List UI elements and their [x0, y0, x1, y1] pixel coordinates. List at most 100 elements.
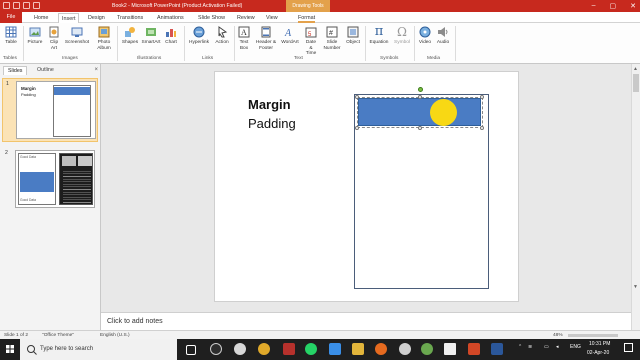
windows-taskbar: Type here to search ⌃ ≋ ▭ ◂ ENG 10:31 PM…: [0, 339, 640, 360]
resize-handle[interactable]: [355, 95, 359, 99]
chrome-icon[interactable]: [234, 343, 246, 355]
group-separator: [234, 26, 235, 61]
object-button[interactable]: Object: [344, 26, 362, 46]
group-links-label: Links: [202, 56, 214, 61]
shapes-button[interactable]: Shapes: [120, 26, 140, 46]
clip-art-icon: [48, 26, 60, 38]
tab-outline[interactable]: Outline: [33, 66, 58, 75]
app-icon[interactable]: [421, 343, 433, 355]
slide-number-label: 2: [5, 150, 8, 156]
minimize-button[interactable]: –: [592, 2, 596, 10]
slide-canvas[interactable]: Margin Padding: [214, 71, 519, 302]
resize-handle[interactable]: [418, 95, 422, 99]
tab-insert[interactable]: Insert: [58, 13, 80, 23]
resize-handle[interactable]: [480, 95, 484, 99]
svg-text:A: A: [284, 28, 292, 38]
group-separator: [365, 26, 366, 61]
group-text-label: Text: [294, 56, 303, 61]
powerpoint-icon[interactable]: [468, 343, 480, 355]
speaker-icon: [437, 26, 449, 38]
tab-slideshow[interactable]: Slide Show: [198, 13, 225, 23]
wifi-icon[interactable]: ≋: [528, 344, 532, 350]
table-button[interactable]: Table: [3, 26, 19, 46]
clock-date[interactable]: 02-Apr-20: [587, 350, 609, 356]
date-time-button[interactable]: 5 Date & Time: [302, 26, 320, 57]
slide-number-label: 1: [6, 81, 9, 87]
scroll-down-arrow[interactable]: ▼: [633, 284, 638, 290]
tab-file[interactable]: File: [0, 12, 22, 23]
slide-number-icon: #: [326, 26, 338, 38]
panel-close-icon[interactable]: ×: [94, 67, 98, 73]
rotate-handle[interactable]: [418, 87, 423, 92]
app-logo-icon[interactable]: [3, 2, 10, 9]
text-box-button[interactable]: A Text Box: [236, 26, 252, 51]
video-button[interactable]: Video: [417, 26, 433, 46]
notes-pane[interactable]: Click to add notes: [101, 312, 631, 330]
search-placeholder: Type here to search: [40, 346, 94, 352]
zoom-slider[interactable]: [568, 334, 618, 337]
chrome-dev-icon[interactable]: [210, 343, 222, 355]
resize-handle[interactable]: [480, 126, 484, 130]
group-separator: [117, 26, 118, 61]
notification-icon[interactable]: [624, 343, 633, 352]
clock-time[interactable]: 10:31 PM: [589, 341, 610, 347]
tab-animations[interactable]: Animations: [157, 13, 184, 23]
audio-button[interactable]: Audio: [435, 26, 451, 46]
mail-icon[interactable]: [329, 343, 341, 355]
tab-transitions[interactable]: Transitions: [117, 13, 143, 23]
shapes-icon: [124, 26, 136, 38]
chrome-canary-icon[interactable]: [258, 343, 270, 355]
redo-icon[interactable]: [33, 2, 40, 9]
hyperlink-button[interactable]: Hyperlink: [187, 26, 211, 46]
tab-home[interactable]: Home: [34, 13, 48, 23]
resize-handle[interactable]: [418, 126, 422, 130]
zoom-level[interactable]: 48%: [553, 333, 563, 338]
screenshot-button[interactable]: Screenshot: [64, 26, 90, 46]
slide-heading[interactable]: Margin: [248, 97, 291, 112]
file-explorer-icon[interactable]: [352, 343, 364, 355]
volume-icon[interactable]: ◂: [556, 344, 559, 350]
task-view-icon[interactable]: [186, 345, 196, 355]
filezilla-icon[interactable]: [283, 343, 295, 355]
chart-button[interactable]: Chart: [163, 26, 179, 46]
maximize-button[interactable]: ▢: [610, 2, 617, 10]
start-button[interactable]: [0, 339, 20, 360]
tab-review[interactable]: Review: [237, 13, 255, 23]
tab-slides[interactable]: Slides: [3, 66, 28, 75]
undo-icon[interactable]: [23, 2, 30, 9]
wordart-button[interactable]: A WordArt: [279, 26, 301, 46]
word-icon[interactable]: [491, 343, 503, 355]
equation-button[interactable]: π Equation: [367, 25, 391, 46]
clip-art-button[interactable]: Clip Art: [47, 26, 61, 51]
whatsapp-icon[interactable]: [305, 343, 317, 355]
close-button[interactable]: ✕: [630, 2, 636, 10]
tab-view[interactable]: View: [266, 13, 278, 23]
header-footer-button[interactable]: Header & Footer: [254, 26, 278, 51]
tab-format[interactable]: Format: [298, 13, 316, 23]
scroll-thumb[interactable]: [633, 74, 639, 92]
tab-design[interactable]: Design: [88, 13, 105, 23]
resize-handle[interactable]: [355, 126, 359, 130]
scroll-up-arrow[interactable]: ▲: [633, 66, 638, 72]
slide-subheading[interactable]: Padding: [248, 116, 296, 131]
app-icon[interactable]: [399, 343, 411, 355]
smartart-button[interactable]: SmartArt: [141, 26, 161, 46]
photo-album-button[interactable]: Photo Album: [93, 26, 115, 51]
battery-icon[interactable]: ▭: [544, 344, 549, 350]
firefox-icon[interactable]: [375, 343, 387, 355]
save-icon[interactable]: [13, 2, 20, 9]
input-language[interactable]: ENG: [570, 344, 581, 350]
slide-thumbnail-2[interactable]: 2 Good Data Good Data: [2, 148, 98, 212]
tray-chevron-icon[interactable]: ⌃: [518, 344, 522, 350]
taskbar-search-box[interactable]: Type here to search: [20, 339, 177, 360]
slide-thumbnail-1[interactable]: 1 Margin Padding: [2, 78, 98, 142]
slide-number-button[interactable]: # Slide Number: [321, 26, 343, 51]
picture-button[interactable]: Picture: [26, 26, 44, 46]
thumb-text-line: Padding: [21, 92, 36, 97]
action-button[interactable]: Action: [213, 26, 231, 46]
notepad-icon[interactable]: [444, 343, 456, 355]
vertical-scrollbar[interactable]: ▲ ▼: [631, 64, 640, 330]
language[interactable]: English (U.S.): [100, 333, 130, 338]
symbol-button[interactable]: Ω Symbol: [392, 26, 412, 46]
object-icon: [347, 26, 359, 38]
